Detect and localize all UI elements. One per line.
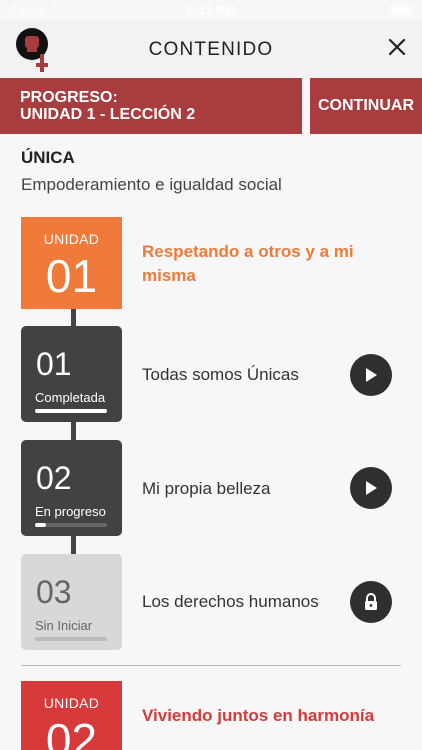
timeline-connector — [71, 308, 76, 326]
unit-title[interactable]: Viviendo juntos en harmonía — [142, 704, 377, 728]
lesson-status: Completada — [35, 390, 106, 405]
lesson-progress-fill — [35, 409, 107, 413]
progress-summary: PROGRESO: UNIDAD 1 - LECCIÓN 2 — [0, 78, 302, 134]
lesson-progress-track — [35, 523, 107, 527]
timeline-connector — [71, 421, 76, 440]
lesson-badge[interactable]: 03 Sin Iniciar — [21, 554, 122, 650]
close-icon[interactable] — [386, 36, 408, 58]
lesson-title[interactable]: Todas somos Únicas — [142, 365, 299, 385]
progress-banner: PROGRESO: UNIDAD 1 - LECCIÓN 2 CONTINUAR — [0, 78, 422, 134]
locked-button[interactable] — [350, 581, 392, 623]
play-button[interactable] — [350, 467, 392, 509]
page-title: CONTENIDO — [148, 39, 274, 60]
progress-position: UNIDAD 1 - LECCIÓN 2 — [20, 106, 196, 123]
play-icon — [366, 368, 377, 382]
header: CONTENIDO — [0, 20, 422, 78]
lesson-progress-track — [35, 409, 107, 413]
clock: 6:13 PM — [186, 3, 236, 18]
unit-badge[interactable]: UNIDAD 02 — [21, 681, 122, 750]
status-bar: Carrier ◠ 6:13 PM — [0, 0, 422, 20]
unit-label: UNIDAD — [43, 231, 100, 247]
unit-label: UNIDAD — [43, 695, 100, 711]
section-divider — [21, 665, 401, 666]
continue-button[interactable]: CONTINUAR — [310, 78, 422, 134]
section-name: ÚNICA — [21, 148, 75, 167]
lesson-number: 01 — [36, 346, 72, 382]
unit-number: 01 — [45, 250, 98, 302]
lesson-title[interactable]: Los derechos humanos — [142, 592, 319, 612]
battery-icon — [390, 5, 412, 16]
lesson-number: 02 — [36, 460, 72, 496]
play-icon — [366, 481, 377, 495]
lesson-progress-fill — [35, 523, 46, 527]
progress-label: PROGRESO: — [20, 89, 118, 106]
unit-badge[interactable]: UNIDAD 01 — [21, 217, 122, 309]
lesson-status: En progreso — [35, 504, 106, 519]
lock-icon — [365, 593, 377, 610]
lesson-progress-track — [35, 637, 107, 641]
lesson-badge[interactable]: 02 En progreso — [21, 440, 122, 536]
play-button[interactable] — [350, 354, 392, 396]
section-subtitle: Empoderamiento e igualdad social — [21, 175, 282, 194]
timeline-connector — [71, 535, 76, 554]
lesson-title[interactable]: Mi propia belleza — [142, 479, 271, 499]
unit-title[interactable]: Respetando a otros y a mi misma — [142, 240, 377, 288]
lesson-badge[interactable]: 01 Completada — [21, 326, 122, 422]
unit-number: 02 — [45, 714, 98, 750]
lesson-status: Sin Iniciar — [35, 618, 93, 633]
lesson-number: 03 — [36, 574, 72, 610]
